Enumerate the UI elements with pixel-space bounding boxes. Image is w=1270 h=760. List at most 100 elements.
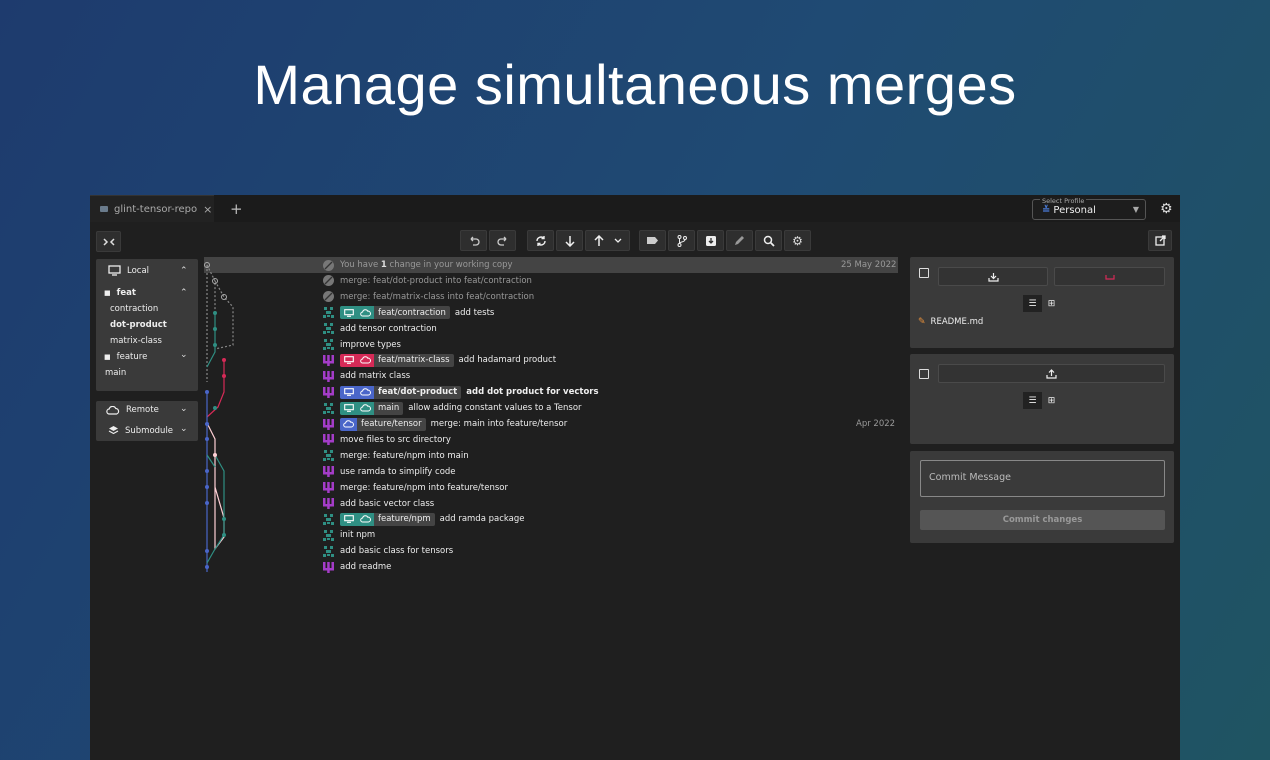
download-icon bbox=[987, 272, 999, 282]
chevron-down-icon[interactable]: ⌄ bbox=[180, 350, 188, 360]
push-button[interactable] bbox=[585, 230, 630, 251]
monitor-icon bbox=[340, 306, 357, 320]
chevron-down-icon[interactable]: ⌄ bbox=[180, 424, 188, 434]
cloud-icon bbox=[357, 306, 374, 320]
stash-button[interactable] bbox=[697, 230, 724, 251]
local-header[interactable]: Local bbox=[108, 265, 149, 276]
commit-message: merge: feature/npm into main bbox=[340, 450, 469, 461]
file-item[interactable]: ✎ README.md bbox=[918, 317, 983, 327]
submodule-header[interactable]: Submodule bbox=[108, 425, 173, 436]
fetch-button[interactable] bbox=[527, 230, 554, 251]
branch-name: feat/dot-product bbox=[378, 387, 458, 398]
discard-all-button[interactable] bbox=[1054, 267, 1165, 286]
branch-badge[interactable]: feat/contraction bbox=[340, 306, 450, 320]
upload-icon bbox=[1046, 368, 1057, 379]
view-toggle[interactable]: ☰ ⊞ bbox=[1023, 295, 1061, 312]
close-icon[interactable]: × bbox=[203, 203, 212, 216]
commit-row[interactable]: feat/dot-product add dot product for vect… bbox=[322, 384, 599, 400]
settings-button[interactable]: ⚙ bbox=[784, 230, 811, 251]
commit-message: add readme bbox=[340, 562, 392, 573]
commit-row[interactable]: improve types bbox=[322, 337, 401, 353]
avatar-teal-icon bbox=[322, 545, 335, 558]
select-all-staged-checkbox[interactable] bbox=[919, 369, 929, 379]
search-icon bbox=[763, 235, 775, 247]
commit-row[interactable]: You have 1 change in your working copy bbox=[322, 257, 513, 273]
folder-feat[interactable]: ■ feat bbox=[104, 288, 136, 298]
chevron-up-icon[interactable]: ⌃ bbox=[180, 288, 188, 298]
unstaged-panel: ☰ ⊞ ✎ README.md bbox=[910, 257, 1174, 348]
commit-row[interactable]: add basic vector class bbox=[322, 496, 434, 512]
branch-badge[interactable]: main bbox=[340, 401, 404, 415]
local-label: Local bbox=[127, 265, 150, 276]
commit-row[interactable]: merge: feat/matrix-class into feat/contr… bbox=[322, 289, 534, 305]
commit-row[interactable]: feat/matrix-class add hadamard product bbox=[322, 352, 556, 368]
list-view-icon[interactable]: ☰ bbox=[1023, 295, 1042, 312]
edit-button[interactable] bbox=[726, 230, 753, 251]
branch-matrix-class[interactable]: matrix-class bbox=[110, 336, 162, 346]
add-tab-button[interactable]: + bbox=[230, 200, 243, 218]
list-view-icon[interactable]: ☰ bbox=[1023, 392, 1042, 409]
tree-view-icon[interactable]: ⊞ bbox=[1042, 392, 1061, 409]
open-external-button[interactable] bbox=[1148, 230, 1172, 251]
branch-button[interactable] bbox=[668, 230, 695, 251]
branch-main[interactable]: main bbox=[105, 368, 126, 378]
avatar-teal-icon bbox=[322, 513, 335, 526]
commit-row[interactable]: feature/tensor merge: main into feature/t… bbox=[322, 416, 567, 432]
view-toggle[interactable]: ☰ ⊞ bbox=[1023, 392, 1061, 409]
tree-view-icon[interactable]: ⊞ bbox=[1042, 295, 1061, 312]
discard-icon bbox=[1104, 274, 1115, 280]
commit-row[interactable]: init npm bbox=[322, 527, 375, 543]
no-author-icon bbox=[322, 274, 335, 287]
arrow-down-icon bbox=[564, 235, 575, 247]
remote-header[interactable]: Remote bbox=[106, 405, 159, 415]
avatar-purple-icon bbox=[322, 370, 335, 383]
chevron-down-icon: ▼ bbox=[1132, 205, 1139, 214]
branch-badge[interactable]: feature/npm bbox=[340, 512, 435, 526]
tab-repo[interactable]: glint-tensor-repo × bbox=[90, 195, 214, 222]
collapse-sidebar-button[interactable] bbox=[96, 231, 121, 252]
profile-icon: ≚ bbox=[1042, 205, 1051, 216]
commit-row[interactable]: add readme bbox=[322, 559, 391, 575]
commit-row[interactable]: main allow adding constant values to a Te… bbox=[322, 400, 582, 416]
stage-all-button[interactable] bbox=[938, 267, 1048, 286]
commit-row[interactable]: feat/contraction add tests bbox=[322, 305, 494, 321]
commit-message: merge: feature/npm into feature/tensor bbox=[340, 482, 508, 493]
commit-row[interactable]: move files to src directory bbox=[322, 432, 451, 448]
avatar-purple-icon bbox=[322, 561, 335, 574]
commit-row[interactable]: feature/npm add ramda package bbox=[322, 511, 525, 527]
branch-badge[interactable]: feat/dot-product bbox=[340, 385, 462, 399]
chevron-down-icon[interactable]: ⌄ bbox=[180, 404, 188, 414]
redo-button[interactable] bbox=[489, 230, 516, 251]
commit-row[interactable]: add basic class for tensors bbox=[322, 543, 453, 559]
staged-panel: ☰ ⊞ bbox=[910, 354, 1174, 444]
unstage-all-button[interactable] bbox=[938, 364, 1165, 383]
commit-row[interactable]: add tensor contraction bbox=[322, 321, 437, 337]
search-button[interactable] bbox=[755, 230, 782, 251]
gear-icon[interactable]: ⚙ bbox=[1160, 201, 1173, 217]
commit-row[interactable]: merge: feature/npm into main bbox=[322, 448, 469, 464]
monitor-icon bbox=[340, 401, 357, 415]
arrow-up-icon bbox=[593, 234, 604, 246]
tag-button[interactable] bbox=[639, 230, 666, 251]
commit-row[interactable]: merge: feat/dot-product into feat/contra… bbox=[322, 273, 532, 289]
pull-button[interactable] bbox=[556, 230, 583, 251]
branch-badge[interactable]: feature/tensor bbox=[340, 417, 426, 431]
commit-changes-button[interactable]: Commit changes bbox=[920, 510, 1165, 530]
branch-icon bbox=[677, 234, 687, 247]
commit-row[interactable]: merge: feature/npm into feature/tensor bbox=[322, 480, 508, 496]
redo-icon bbox=[496, 236, 506, 246]
chevron-down-icon[interactable] bbox=[614, 238, 622, 244]
profile-select[interactable]: Select Profile ≚ Personal ▼ bbox=[1032, 197, 1146, 220]
avatar-teal-icon bbox=[322, 449, 335, 462]
branch-contraction[interactable]: contraction bbox=[110, 304, 158, 314]
commit-message-input[interactable]: Commit Message bbox=[920, 460, 1165, 497]
select-all-unstaged-checkbox[interactable] bbox=[919, 268, 929, 278]
commit-row[interactable]: use ramda to simplify code bbox=[322, 464, 456, 480]
undo-button[interactable] bbox=[460, 230, 487, 251]
chevron-up-icon[interactable]: ⌃ bbox=[180, 266, 188, 276]
folder-feature[interactable]: ■ feature bbox=[104, 352, 147, 362]
commit-row[interactable]: add matrix class bbox=[322, 368, 410, 384]
branch-dot-product[interactable]: dot-product bbox=[110, 320, 167, 330]
branch-name: feature/tensor bbox=[361, 419, 422, 429]
branch-badge[interactable]: feat/matrix-class bbox=[340, 353, 454, 367]
